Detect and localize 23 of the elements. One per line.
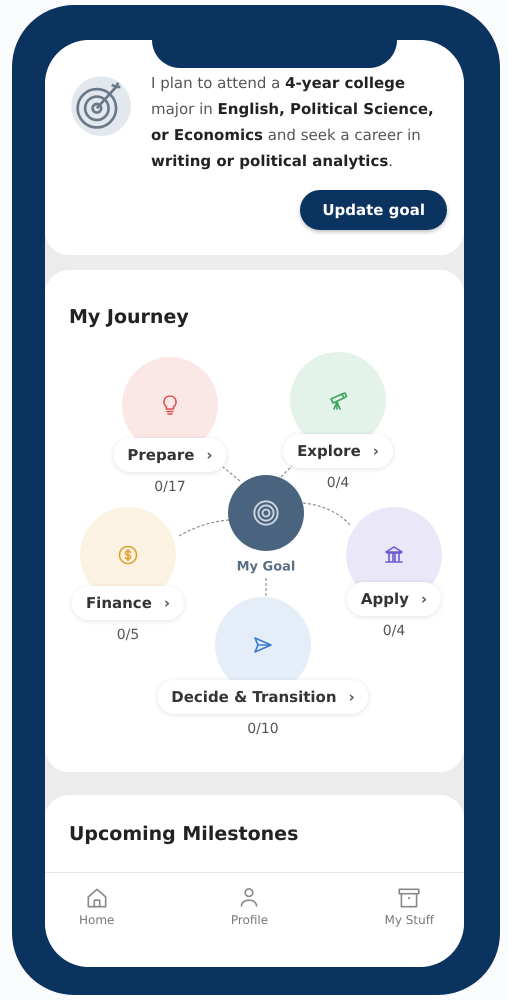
update-goal-button[interactable]: Update goal	[300, 190, 447, 230]
section-title: My Journey	[69, 306, 190, 328]
journey-step-button[interactable]: Decide & Transition ›	[157, 680, 369, 714]
section-title: Upcoming Milestones	[69, 823, 300, 845]
connector-line	[265, 578, 267, 598]
journey-step-button[interactable]: Finance ›	[72, 586, 184, 620]
connector-line	[178, 519, 230, 537]
goal-label: My Goal	[236, 560, 296, 574]
connector-line	[222, 466, 240, 482]
progress-count: 0/10	[247, 721, 279, 737]
journey-step-button[interactable]: Apply ›	[346, 582, 442, 616]
progress-count: 0/4	[326, 475, 350, 491]
goal-text: I plan to attend a 4-year college major in English, Political Science, or Economics and seek a career in writing or political analytics.	[151, 73, 435, 172]
nav-tab[interactable]: Profile	[230, 885, 268, 927]
target-icon	[252, 499, 280, 527]
progress-count: 0/4	[382, 623, 406, 639]
journey-step-button[interactable]: Explore ›	[283, 434, 393, 468]
connector-line	[302, 502, 352, 526]
journey-step-button[interactable]: Prepare ›	[113, 438, 227, 472]
nav-tab[interactable]: Home	[79, 885, 114, 927]
progress-count: 0/17	[154, 479, 186, 495]
progress-count: 0/5	[116, 627, 140, 643]
nav-tab[interactable]: My Stuff	[384, 885, 434, 927]
